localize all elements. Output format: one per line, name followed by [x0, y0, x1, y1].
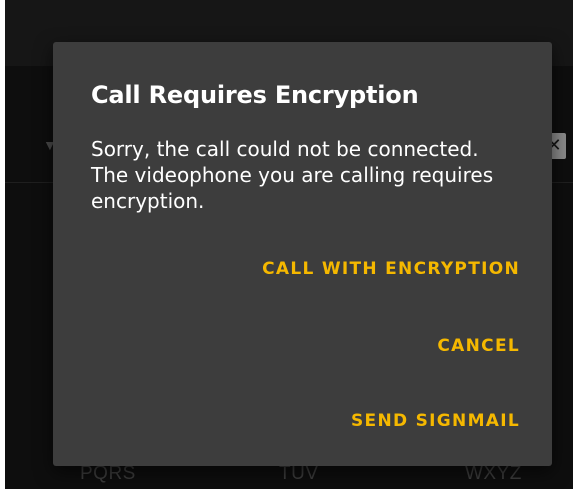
- call-with-encryption-button[interactable]: CALL WITH ENCRYPTION: [262, 254, 520, 284]
- encryption-dialog: Call Requires Encryption Sorry, the call…: [53, 42, 552, 466]
- send-signmail-button[interactable]: SEND SIGNMAIL: [351, 406, 520, 436]
- key-8-letters[interactable]: TUV: [279, 463, 319, 485]
- key-9-letters[interactable]: WXYZ: [465, 463, 522, 485]
- key-7-letters[interactable]: PQRS: [80, 463, 136, 485]
- cancel-button[interactable]: CANCEL: [437, 331, 520, 361]
- dialog-title: Call Requires Encryption: [91, 81, 419, 109]
- dialog-actions: CALL WITH ENCRYPTION CANCEL SEND SIGNMAI…: [100, 254, 520, 436]
- dialer-screen: ▼ ✕ PQRS TUV WXYZ Call Requires Encrypti…: [5, 0, 573, 489]
- dialog-message: Sorry, the call could not be connected. …: [91, 137, 494, 213]
- keypad-row: PQRS TUV WXYZ: [5, 463, 573, 489]
